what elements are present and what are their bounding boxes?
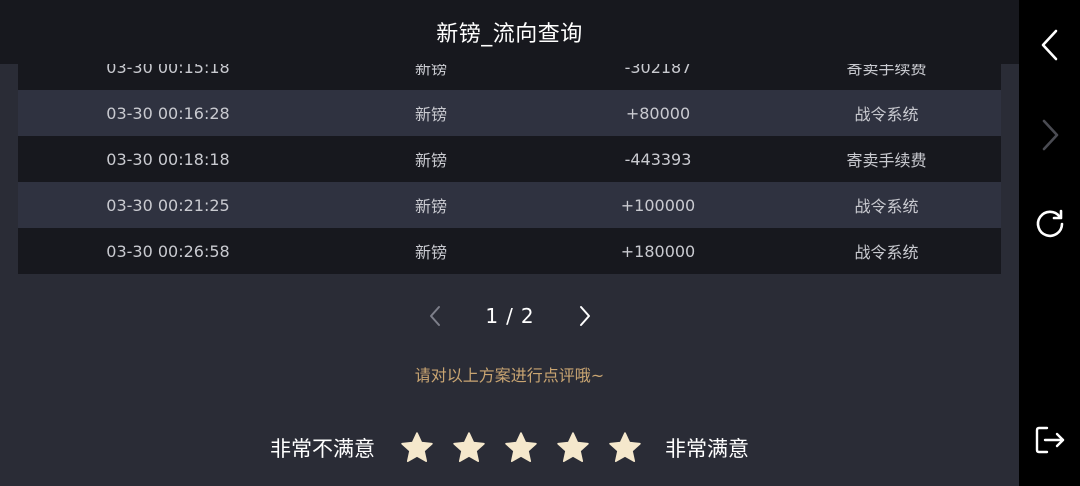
currency-cell: 新镑 bbox=[414, 105, 447, 124]
browser-sidebar bbox=[1019, 0, 1080, 486]
refresh-icon bbox=[1036, 209, 1063, 238]
forward-button[interactable] bbox=[1019, 110, 1080, 160]
currency-cell: 新镑 bbox=[414, 197, 447, 216]
star-icon[interactable] bbox=[400, 431, 434, 465]
back-icon bbox=[1041, 29, 1057, 61]
currency-cell: 新镑 bbox=[414, 243, 447, 262]
star-rating bbox=[391, 431, 651, 465]
source-cell: 战令系统 bbox=[854, 105, 919, 124]
table-row: 03-30 00:16:28 新镑 +80000 战令系统 bbox=[18, 90, 1001, 136]
time-cell: 03-30 00:21:25 bbox=[106, 195, 230, 215]
amount-cell: -443393 bbox=[624, 149, 692, 169]
next-page-button[interactable] bbox=[565, 296, 605, 336]
feedback-prompt: 请对以上方案进行点评哦~ bbox=[414, 366, 605, 385]
amount-cell: +100000 bbox=[620, 195, 696, 215]
rating-high-label: 非常满意 bbox=[665, 437, 749, 461]
table-row: 03-30 00:26:58 新镑 +180000 战令系统 bbox=[18, 228, 1001, 274]
star-icon[interactable] bbox=[504, 431, 538, 465]
star-icon[interactable] bbox=[452, 431, 486, 465]
flow-table: 03-30 00:15:18 新镑 -302187 寄卖手续费 03-30 00… bbox=[18, 44, 1001, 274]
time-cell: 03-30 00:16:28 bbox=[106, 103, 230, 123]
amount-cell: +180000 bbox=[620, 241, 696, 261]
table-row: 03-30 00:18:18 新镑 -443393 寄卖手续费 bbox=[18, 136, 1001, 182]
star-icon[interactable] bbox=[608, 431, 642, 465]
total-pages: 2 bbox=[520, 304, 534, 328]
main-panel: 新镑_流向查询 03-30 00:15:18 新镑 -302187 寄卖手续费 … bbox=[0, 0, 1019, 486]
current-page: 1 bbox=[485, 304, 499, 328]
page-indicator: 1 / 2 bbox=[455, 304, 565, 328]
star-icon[interactable] bbox=[556, 431, 590, 465]
exit-button[interactable] bbox=[1019, 415, 1080, 465]
source-cell: 战令系统 bbox=[854, 243, 919, 262]
exit-icon bbox=[1035, 426, 1064, 454]
chevron-left-icon bbox=[429, 306, 440, 326]
refresh-button[interactable] bbox=[1019, 199, 1080, 249]
currency-cell: 新镑 bbox=[414, 151, 447, 170]
time-cell: 03-30 00:26:58 bbox=[106, 241, 230, 261]
time-cell: 03-30 00:18:18 bbox=[106, 149, 230, 169]
page-title: 新镑_流向查询 bbox=[436, 22, 583, 47]
pagination: 1 / 2 bbox=[0, 296, 1019, 336]
rating-bar: 非常不满意 非常满意 bbox=[0, 426, 1019, 470]
chevron-right-icon bbox=[579, 306, 590, 326]
page-separator: / bbox=[506, 304, 513, 328]
forward-icon bbox=[1042, 119, 1058, 151]
title-bar: 新镑_流向查询 bbox=[0, 0, 1019, 64]
table-row: 03-30 00:21:25 新镑 +100000 战令系统 bbox=[18, 182, 1001, 228]
source-cell: 战令系统 bbox=[854, 197, 919, 216]
app-window: 新镑_流向查询 03-30 00:15:18 新镑 -302187 寄卖手续费 … bbox=[0, 0, 1080, 486]
prev-page-button[interactable] bbox=[415, 296, 455, 336]
back-button[interactable] bbox=[1019, 20, 1080, 70]
source-cell: 寄卖手续费 bbox=[846, 151, 927, 170]
amount-cell: +80000 bbox=[625, 103, 691, 123]
rating-low-label: 非常不满意 bbox=[270, 437, 375, 461]
